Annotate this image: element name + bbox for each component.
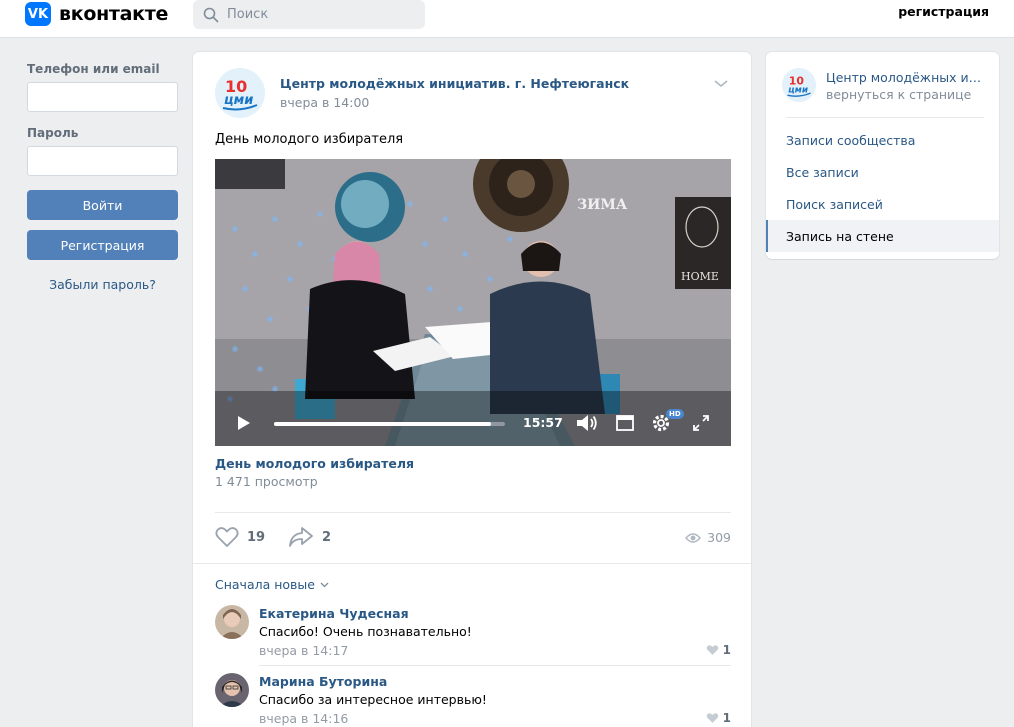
hd-badge: HD — [666, 409, 684, 419]
top-header: VK вконтакте регистрация — [0, 0, 1014, 38]
chevron-down-icon — [320, 582, 329, 587]
video-progress-bar[interactable] — [274, 422, 505, 426]
post-author-link[interactable]: Центр молодёжных инициатив. г. Нефтеюган… — [280, 76, 629, 91]
header-register-link[interactable]: регистрация — [898, 4, 989, 19]
commenter-name-link[interactable]: Екатерина Чудесная — [259, 606, 409, 621]
heart-icon — [215, 527, 239, 547]
sidebar-item-search-posts[interactable]: Поиск записей — [766, 188, 999, 220]
video-frame: ЗИМА HOME — [215, 159, 731, 446]
svg-text:цми: цми — [224, 93, 253, 108]
forgot-password-link[interactable]: Забыли пароль? — [27, 277, 178, 292]
vk-logo[interactable]: VK вконтакте — [25, 2, 168, 26]
eye-icon — [685, 532, 702, 543]
miniplayer-icon[interactable] — [616, 415, 634, 431]
share-arrow-icon — [289, 527, 313, 547]
video-title-link[interactable]: День молодого избирателя — [215, 456, 414, 471]
post-views: 309 — [685, 530, 731, 545]
video-progress-fill — [274, 422, 492, 426]
video-views-count: 1 471 просмотр — [215, 474, 318, 489]
comment-like-button[interactable]: 1 — [706, 643, 731, 657]
like-count: 19 — [247, 529, 266, 545]
svg-text:ЗИМА: ЗИМА — [577, 197, 628, 213]
play-icon[interactable] — [237, 415, 251, 431]
community-avatar-small[interactable]: 10 цми — [782, 68, 816, 102]
svg-text:HOME: HOME — [681, 270, 719, 283]
volume-icon[interactable] — [576, 414, 598, 432]
share-count: 2 — [322, 529, 332, 545]
chevron-down-icon[interactable] — [713, 79, 729, 89]
password-field[interactable] — [27, 146, 178, 176]
divider — [786, 117, 984, 118]
comment-item: Марина Буторина Спасибо за интересное ин… — [215, 673, 731, 727]
comment-like-button[interactable]: 1 — [706, 711, 731, 725]
like-button[interactable]: 19 — [215, 526, 265, 548]
comment-text: Спасибо за интересное интервью! — [259, 692, 487, 707]
commenter-avatar[interactable] — [215, 673, 249, 707]
login-form: Телефон или email Пароль Войти Регистрац… — [27, 62, 178, 292]
post-text: День молодого избирателя — [215, 132, 404, 147]
community-logo-icon: 10 цми — [782, 68, 816, 102]
divider — [193, 563, 751, 564]
divider — [215, 512, 731, 513]
comment-like-count: 1 — [722, 643, 731, 657]
svg-text:цми: цми — [788, 85, 808, 95]
search-input[interactable] — [227, 7, 417, 22]
comment-item: Екатерина Чудесная Спасибо! Очень познав… — [215, 605, 731, 665]
comments-sort-dropdown[interactable]: Сначала новые — [215, 577, 329, 592]
search-box[interactable] — [193, 0, 425, 29]
post-time[interactable]: вчера в 14:00 — [280, 95, 369, 110]
divider — [259, 665, 731, 666]
fullscreen-icon[interactable] — [693, 415, 709, 431]
heart-icon — [706, 713, 718, 723]
phone-label: Телефон или email — [27, 62, 160, 76]
community-logo-icon: 10 цми — [215, 68, 265, 118]
login-button[interactable]: Войти — [27, 190, 178, 220]
wall-post: 10 цми Центр молодёжных инициатив. г. Не… — [193, 52, 751, 727]
comment-text: Спасибо! Очень познавательно! — [259, 624, 472, 639]
comment-time[interactable]: вчера в 14:16 — [259, 711, 348, 726]
views-count: 309 — [707, 530, 731, 545]
sidebar-item-wall-post[interactable]: Запись на стене — [766, 220, 999, 252]
phone-email-field[interactable] — [27, 82, 178, 112]
sidebar-community-name[interactable]: Центр молодёжных инициатив. г. Нефтеюган… — [826, 70, 986, 85]
commenter-avatar[interactable] — [215, 605, 249, 639]
community-avatar[interactable]: 10 цми — [215, 68, 265, 118]
share-button[interactable]: 2 — [288, 526, 331, 548]
comment-time[interactable]: вчера в 14:17 — [259, 643, 348, 658]
video-player[interactable]: ЗИМА HOME 15:57 HD — [215, 159, 731, 446]
video-duration: 15:57 — [523, 415, 563, 430]
commenter-name-link[interactable]: Марина Буторина — [259, 674, 387, 689]
vk-logo-icon: VK — [25, 2, 51, 26]
search-icon — [203, 7, 219, 22]
back-to-page-link[interactable]: вернуться к странице — [826, 87, 971, 102]
heart-icon — [706, 645, 718, 655]
register-button[interactable]: Регистрация — [27, 230, 178, 260]
comment-like-count: 1 — [722, 711, 731, 725]
sidebar-item-community-posts[interactable]: Записи сообщества — [766, 124, 999, 156]
right-sidebar: 10 цми Центр молодёжных инициатив. г. Не… — [766, 52, 999, 259]
sidebar-item-all-posts[interactable]: Все записи — [766, 156, 999, 188]
logo-text: вконтакте — [59, 3, 169, 25]
password-label: Пароль — [27, 126, 79, 140]
sort-label: Сначала новые — [215, 577, 315, 592]
